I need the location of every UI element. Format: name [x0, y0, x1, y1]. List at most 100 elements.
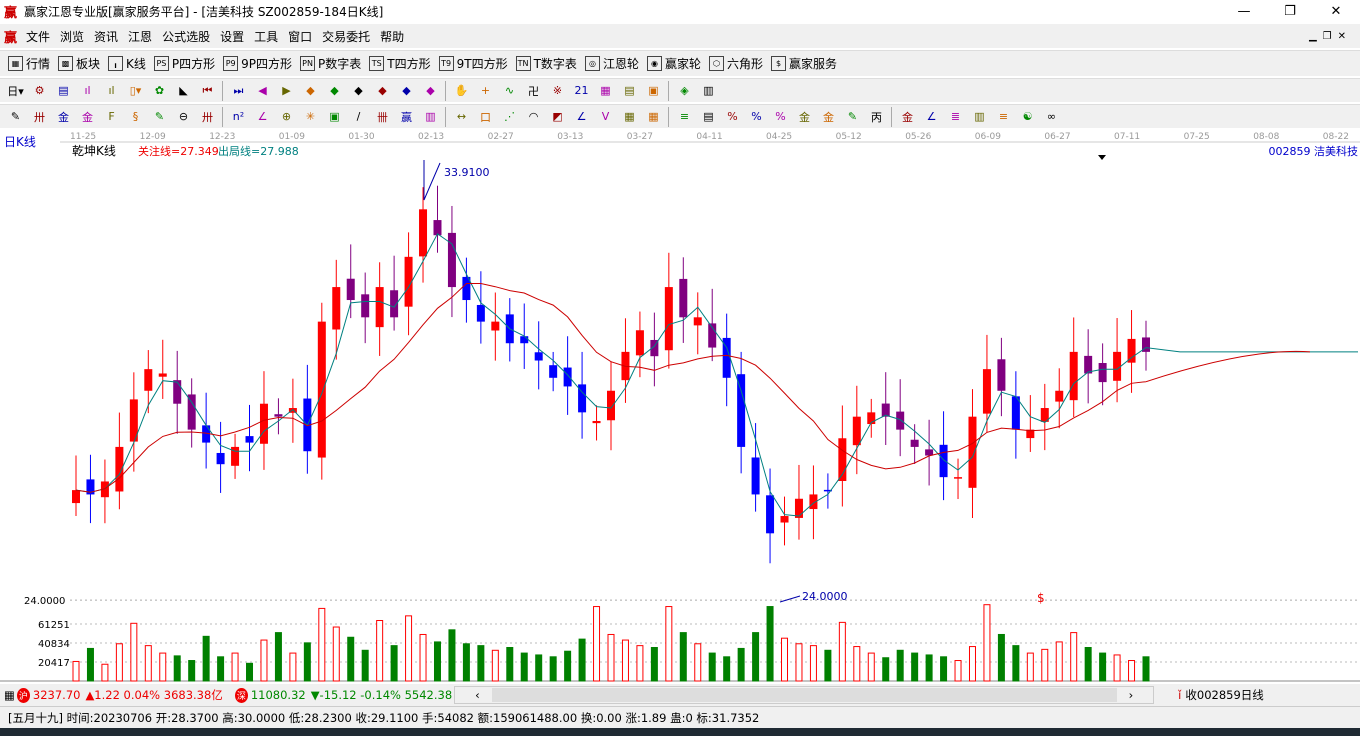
first-icon[interactable]: ⏮	[199, 82, 216, 99]
expand-icon[interactable]: ◆	[350, 82, 367, 99]
hash-icon[interactable]: 卅	[31, 108, 48, 125]
gold2-icon[interactable]: 金	[79, 108, 96, 125]
pct-red-icon[interactable]: %	[724, 108, 741, 125]
menu-item-2[interactable]: 资讯	[94, 28, 118, 45]
calc-icon[interactable]: ▦	[4, 688, 15, 702]
close-button[interactable]: ✕	[1313, 0, 1359, 23]
menu-item-9[interactable]: 帮助	[380, 28, 404, 45]
kline-chart[interactable]: 日K线 乾坤K线 关注线=27.349 出局线=27.988 002859 洁美…	[0, 128, 1360, 684]
calendar-icon[interactable]: 21	[573, 82, 590, 99]
fan-lines-icon[interactable]: ⋰	[501, 108, 518, 125]
toolbar-button-10[interactable]: ◉ 赢家轮	[646, 55, 701, 72]
mdi-controls[interactable]: ▁❐✕	[1309, 31, 1352, 42]
star-icon[interactable]: ✳	[302, 108, 319, 125]
slash-icon[interactable]: /	[350, 108, 367, 125]
pct-icon[interactable]: %	[748, 108, 765, 125]
menu-item-6[interactable]: 工具	[254, 28, 278, 45]
left-icon[interactable]: ◀	[254, 82, 271, 99]
toolbar-button-12[interactable]: $ 赢家服务	[770, 55, 837, 72]
cross-icon[interactable]: +	[477, 82, 494, 99]
candle-icon[interactable]: ▯▾	[127, 82, 144, 99]
gold1-icon[interactable]: 金	[55, 108, 72, 125]
toolbar-button-8[interactable]: TN T数字表	[515, 55, 577, 72]
menu-item-5[interactable]: 设置	[220, 28, 244, 45]
ruler-icon[interactable]: ▥	[422, 108, 439, 125]
scroll-thumb[interactable]	[491, 688, 1117, 702]
target-icon[interactable]: ⊕	[278, 108, 295, 125]
menu-item-8[interactable]: 交易委托	[322, 28, 370, 45]
angle-icon[interactable]: ∠	[254, 108, 271, 125]
tri-icon[interactable]: ∠	[923, 108, 940, 125]
pattern-icon[interactable]: ※	[549, 82, 566, 99]
toolbar-button-9[interactable]: ◎ 江恩轮	[584, 55, 639, 72]
time-icon[interactable]: 卌	[374, 108, 391, 125]
right-icon[interactable]: ▶	[278, 82, 295, 99]
horizontal-scrollbar[interactable]: ‹ ›	[454, 686, 1155, 704]
toolbar-button-5[interactable]: PN P数字表	[300, 55, 361, 72]
gold3-icon[interactable]: 金	[796, 108, 813, 125]
toolbar-button-2[interactable]: ╻ K线	[108, 55, 146, 72]
chart3-icon[interactable]: ıl	[79, 82, 96, 99]
menu-item-4[interactable]: 公式选股	[162, 28, 210, 45]
gold4-icon[interactable]: 金	[820, 108, 837, 125]
toolbar-button-0[interactable]: ▦ 行情	[8, 55, 50, 72]
print-icon[interactable]: ▥	[700, 82, 717, 99]
stamp-icon[interactable]: 卍	[525, 82, 542, 99]
period-icon[interactable]: 日▾	[7, 82, 24, 99]
toolbar-button-11[interactable]: ⬡ 六角形	[708, 55, 763, 72]
width-icon[interactable]: ↔	[453, 108, 470, 125]
save-icon[interactable]: ▣	[645, 82, 662, 99]
cycle-icon[interactable]: ⚙	[31, 82, 48, 99]
menu-item-3[interactable]: 江恩	[128, 28, 152, 45]
v-icon[interactable]: V	[597, 108, 614, 125]
toolbar-button-1[interactable]: ▩ 板块	[58, 55, 100, 72]
arrow-left-icon[interactable]: ◆	[302, 82, 319, 99]
line-icon[interactable]: ∿	[501, 82, 518, 99]
gridbox2-icon[interactable]: ▦	[645, 108, 662, 125]
bars-icon[interactable]: ▥	[971, 108, 988, 125]
shrink-icon[interactable]: ◆	[374, 82, 391, 99]
spiral-icon[interactable]: §	[127, 108, 144, 125]
notes-icon[interactable]: ▤	[621, 82, 638, 99]
chart9-icon[interactable]: ıl	[103, 82, 120, 99]
network-icon[interactable]: ◈	[676, 82, 693, 99]
pct-list-icon[interactable]: %	[772, 108, 789, 125]
gridbox-icon[interactable]: ▦	[621, 108, 638, 125]
angle2-icon[interactable]: ∠	[573, 108, 590, 125]
infinity-icon[interactable]: ∞	[1043, 108, 1060, 125]
pen2-icon[interactable]: ✎	[844, 108, 861, 125]
menu-item-1[interactable]: 浏览	[60, 28, 84, 45]
circle-ruler-icon[interactable]: ⊖	[175, 108, 192, 125]
arrow-right-icon[interactable]: ◆	[326, 82, 343, 99]
menu-item-7[interactable]: 窗口	[288, 28, 312, 45]
levels-icon[interactable]: ≡	[995, 108, 1012, 125]
hand-icon[interactable]: ✋	[453, 82, 470, 99]
yinyang-icon[interactable]: ☯	[1019, 108, 1036, 125]
gold5-icon[interactable]: 金	[899, 108, 916, 125]
toolbar-button-6[interactable]: TS T四方形	[369, 55, 431, 72]
minimize-button[interactable]: —	[1221, 0, 1267, 23]
zoom-out-icon[interactable]: ◆	[422, 82, 439, 99]
restore-button[interactable]: ❐	[1267, 0, 1313, 23]
square-fan-icon[interactable]: ◩	[549, 108, 566, 125]
arc-icon[interactable]: ◠	[525, 108, 542, 125]
doc-icon[interactable]: ▤	[55, 82, 72, 99]
win-icon[interactable]: 赢	[398, 108, 415, 125]
n2-icon[interactable]: n²	[230, 108, 247, 125]
last-icon[interactable]: ⏭	[230, 82, 247, 99]
lines-icon[interactable]: 卅	[199, 108, 216, 125]
zoom-in-icon[interactable]: ◆	[398, 82, 415, 99]
menu-item-0[interactable]: 文件	[26, 28, 50, 45]
table-icon[interactable]: ▤	[700, 108, 717, 125]
parallel-icon[interactable]: ≡	[676, 108, 693, 125]
gann-icon[interactable]: ✿	[151, 82, 168, 99]
box-icon[interactable]: ▣	[326, 108, 343, 125]
fib-icon[interactable]: F	[103, 108, 120, 125]
ruler2-icon[interactable]: 丙	[868, 108, 885, 125]
pen-icon[interactable]: ✎	[7, 108, 24, 125]
brush-icon[interactable]: ✎	[151, 108, 168, 125]
toolbar-button-4[interactable]: P9 9P四方形	[223, 55, 292, 72]
scroll-left-button[interactable]: ‹	[475, 688, 480, 702]
fan-icon[interactable]: ◣	[175, 82, 192, 99]
toolbar-button-7[interactable]: T9 9T四方形	[438, 55, 508, 72]
